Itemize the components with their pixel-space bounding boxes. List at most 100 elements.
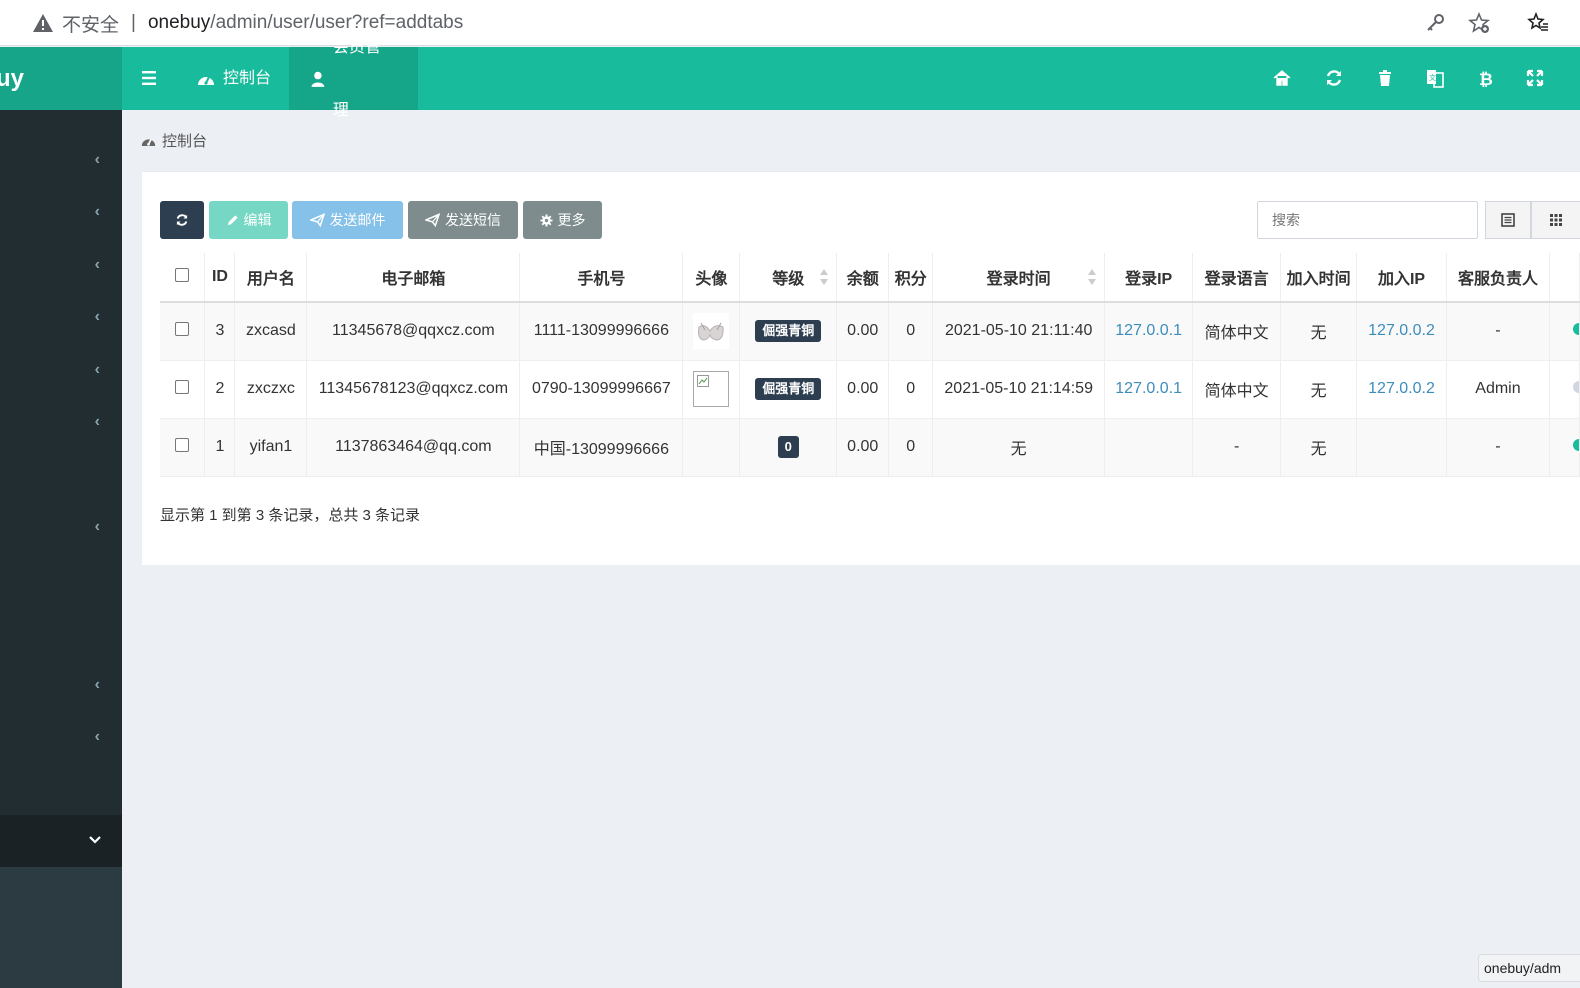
row-checkbox[interactable]: [175, 437, 190, 452]
svg-text:₿: ₿: [1479, 70, 1493, 89]
header-avatar[interactable]: 头像: [682, 253, 741, 303]
cell-join-time: 无: [1280, 418, 1358, 477]
reading-list-icon[interactable]: [1527, 12, 1549, 34]
sort-icon[interactable]: [820, 268, 829, 286]
header-score[interactable]: 积分: [888, 253, 934, 303]
list-view-icon: [1501, 213, 1515, 227]
sidebar-item[interactable]: ‹: [0, 134, 122, 186]
cell-join-ip[interactable]: 127.0.0.2: [1356, 360, 1447, 419]
link-status-tooltip: onebuy/adm: [1478, 954, 1580, 982]
header-login-lang[interactable]: 登录语言: [1192, 253, 1282, 303]
broken-image-icon[interactable]: [693, 371, 730, 407]
header-login-ip[interactable]: 登录IP: [1104, 253, 1194, 303]
cell-service: -: [1446, 418, 1550, 477]
send-sms-label: 发送短信: [445, 212, 501, 228]
chevron-left-icon: ‹: [94, 151, 100, 168]
cell-avatar[interactable]: [682, 360, 741, 419]
insecure-label: 不安全: [62, 14, 120, 36]
bookmark-add-icon[interactable]: [1468, 12, 1490, 34]
sidebar-item[interactable]: ‹: [0, 186, 122, 238]
card-view-button[interactable]: [1531, 201, 1580, 239]
cell-level: 倔强青铜: [739, 360, 838, 419]
header-email[interactable]: 电子邮箱: [306, 253, 521, 303]
header-id[interactable]: ID: [204, 253, 236, 303]
header-balance[interactable]: 余额: [836, 253, 890, 303]
header-join-time[interactable]: 加入时间: [1280, 253, 1358, 303]
join-ip-link[interactable]: 127.0.0.2: [1368, 380, 1435, 397]
bitcoin-icon[interactable]: ₿: [1475, 67, 1495, 89]
key-icon[interactable]: [1424, 12, 1446, 34]
app-logo[interactable]: uy: [0, 47, 122, 110]
cell-balance: 0.00: [836, 418, 890, 477]
dashboard-icon: [198, 76, 214, 85]
status-dot: [1573, 323, 1579, 336]
refresh-button[interactable]: [160, 201, 204, 239]
row-checkbox[interactable]: [175, 321, 190, 336]
join-ip-link[interactable]: 127.0.0.2: [1368, 322, 1435, 339]
edit-button[interactable]: 编辑: [209, 201, 288, 239]
sidebar-item[interactable]: ‹: [0, 711, 122, 763]
sidebar-item-active[interactable]: [0, 815, 122, 867]
sidebar-item[interactable]: ‹: [0, 396, 122, 448]
tab-member-management[interactable]: 会员管理: [289, 39, 418, 119]
login-ip-link[interactable]: 127.0.0.1: [1115, 380, 1182, 397]
header-mobile[interactable]: 手机号: [519, 253, 684, 303]
translate-icon[interactable]: 文: [1425, 67, 1445, 89]
cell-login-ip[interactable]: 127.0.0.1: [1104, 302, 1194, 361]
cell-mobile: 中国-13099996666: [519, 418, 684, 477]
url-field[interactable]: 不安全 | onebuy/admin/user/user?ref=addtabs: [14, 4, 1504, 42]
sidebar-item[interactable]: ‹: [0, 501, 122, 553]
more-button[interactable]: 更多: [523, 201, 602, 239]
search-input[interactable]: [1257, 201, 1478, 239]
send-sms-button[interactable]: 发送短信: [408, 201, 518, 239]
sort-icon[interactable]: [1088, 268, 1097, 286]
table-row[interactable]: 3 zxcasd 11345678@qqxcz.com 1111-1309999…: [160, 302, 1580, 361]
header-login-time[interactable]: 登录时间: [932, 253, 1106, 303]
browser-address-bar: 不安全 | onebuy/admin/user/user?ref=addtabs: [0, 0, 1580, 46]
status-dot: [1573, 381, 1579, 393]
level-badge: 倔强青铜: [755, 378, 822, 400]
row-select-cell[interactable]: [160, 418, 206, 477]
cell-balance: 0.00: [836, 302, 890, 361]
header-service[interactable]: 客服负责人: [1446, 253, 1550, 303]
sidebar-item[interactable]: ‹: [0, 659, 122, 711]
table-row[interactable]: 1 yifan1 1137863464@qq.com 中国-1309999666…: [160, 418, 1580, 477]
row-select-cell[interactable]: [160, 360, 206, 419]
login-ip-link[interactable]: 127.0.0.1: [1115, 322, 1182, 339]
fullscreen-icon[interactable]: [1525, 67, 1545, 89]
tab-dashboard[interactable]: 控制台: [175, 47, 293, 110]
header-username[interactable]: 用户名: [234, 253, 308, 303]
status-dot: [1573, 439, 1579, 451]
breadcrumb[interactable]: 控制台: [141, 130, 207, 151]
sidebar-item[interactable]: ‹: [0, 344, 122, 396]
avatar-image[interactable]: [693, 313, 730, 350]
table-row[interactable]: 2 zxczxc 11345678123@qqxcz.com 0790-1309…: [160, 360, 1580, 419]
chevron-left-icon: ‹: [94, 676, 100, 693]
header-join-ip[interactable]: 加入IP: [1356, 253, 1447, 303]
row-checkbox[interactable]: [175, 379, 190, 394]
cell-avatar[interactable]: [682, 302, 741, 361]
header-select-all[interactable]: [160, 253, 206, 303]
cell-id: 2: [204, 360, 236, 419]
cell-login-ip[interactable]: 127.0.0.1: [1104, 360, 1194, 419]
menu-toggle-icon[interactable]: [140, 67, 160, 89]
home-icon[interactable]: [1272, 67, 1292, 89]
sidebar-item[interactable]: ‹: [0, 239, 122, 291]
cell-score: 0: [888, 302, 934, 361]
cell-login-lang: 简体中文: [1192, 302, 1282, 361]
cell-login-lang: -: [1192, 418, 1282, 477]
trash-icon[interactable]: [1375, 67, 1395, 89]
send-email-button[interactable]: 发送邮件: [292, 201, 403, 239]
edit-label: 编辑: [243, 212, 272, 228]
select-all-checkbox[interactable]: [175, 267, 190, 282]
gear-icon: [539, 213, 553, 227]
row-select-cell[interactable]: [160, 302, 206, 361]
refresh-icon[interactable]: [1324, 67, 1344, 89]
cell-join-ip[interactable]: 127.0.0.2: [1356, 302, 1447, 361]
sidebar-item[interactable]: ‹: [0, 291, 122, 343]
url-host: onebuy: [147, 12, 211, 33]
chevron-down-icon: [89, 836, 101, 844]
header-level[interactable]: 等级: [739, 253, 838, 303]
cell-id: 1: [204, 418, 236, 477]
table-view-button[interactable]: [1485, 201, 1531, 239]
